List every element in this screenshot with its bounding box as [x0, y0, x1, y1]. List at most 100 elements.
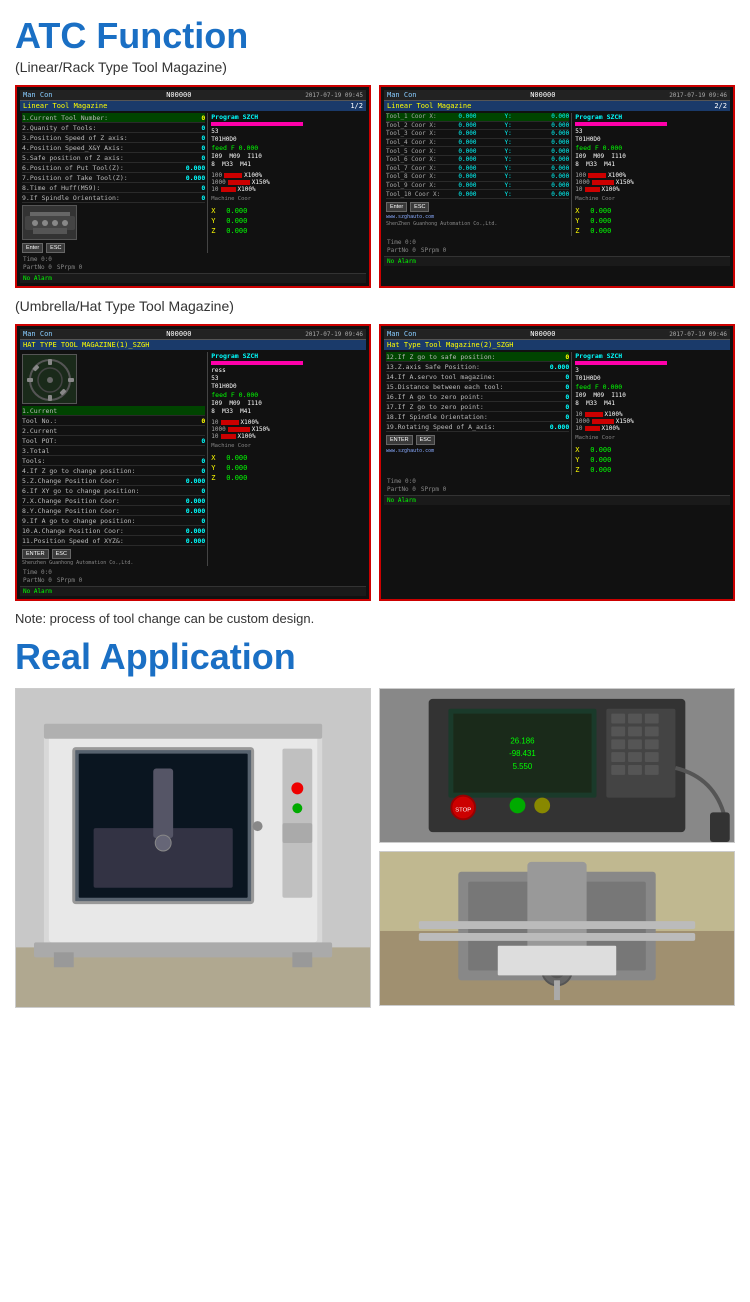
hat2-row-7: 19.Rotating Speed of A_axis: 0.000 [386, 422, 569, 432]
tool-row-2-7: Tool_7 Coor X: 0.000 Y: 0.000 [386, 165, 569, 174]
hat-row-3-13: 11.Position Speed of XYZ&: 0.000 [22, 536, 205, 546]
cnc-machine-photo [15, 688, 371, 1008]
hat-row-3-6: 4.If Z go to change position: 0 [22, 466, 205, 476]
mode-label-3: Man Con [23, 330, 53, 338]
company-3: Shenzhen Guanhong Automation Co.,Ltd. [22, 560, 205, 566]
speed-row-1a: 100X100% [211, 172, 364, 179]
speed-row-3b: 1000X150% [211, 426, 364, 433]
prog-line-4c: I09 M09 I110 [575, 391, 728, 399]
data-row-1-7: 8.Time of Huff(M59): 0 [22, 183, 205, 193]
enter-btn-4[interactable]: ENTER [386, 435, 413, 445]
hat2-row-3: 15.Distance between each tool: 0 [386, 382, 569, 392]
real-application-title: Real Application [15, 636, 735, 678]
hat-row-3-2: 2.Current [22, 426, 205, 436]
prog-line-1c: I09 M09 I110 [211, 152, 364, 160]
tool-row-2-10: Tool_10 Coor X: 0.000 Y: 0.000 [386, 190, 569, 199]
mode-label-2: Man Con [387, 91, 417, 99]
hat2-row-2: 14.If A.servo tool magazine: 0 [386, 372, 569, 382]
tool-row-2-3: Tool_3 Coor X: 0.000 Y: 0.000 [386, 130, 569, 139]
hat-row-3-9: 7.X.Change Position Coor: 0.000 [22, 496, 205, 506]
tab-bar-2: Linear Tool Magazine 2/2 [384, 101, 730, 111]
hat2-row-5: 17.If Z go to zero point: 0 [386, 402, 569, 412]
tab-label-1: Linear Tool Magazine [23, 102, 107, 110]
screen-left-3: 1.Current Tool No.: 0 2.Current Tool POT… [22, 352, 205, 566]
mode-label-1: Man Con [23, 91, 53, 99]
screen-linear-2: Man Con N00000 2017-07-19 09:46 Linear T… [379, 85, 735, 288]
tool-row-2-1: Tool_1 Coor X: 0.000 Y: 0.000 [386, 113, 569, 122]
esc-btn-3[interactable]: ESC [52, 549, 71, 559]
tab-label-3: HAT TYPE TOOL MAGAZINE(1)_SZGH [23, 341, 149, 349]
prog-line-3d: I09 M09 I110 [211, 399, 364, 407]
screen-hat-1: Man Con N00000 2017-07-19 09:46 HAT TYPE… [15, 324, 371, 601]
page-num-2: 2/2 [714, 102, 727, 110]
prog-line-3a: ress [211, 366, 364, 374]
prog-line-4b: T01H0D0 [575, 374, 728, 382]
page-title: ATC Function [15, 15, 735, 57]
hat2-row-0: 12.If Z go to safe position: 0 [386, 352, 569, 362]
data-row-1-4: 5.Safe position of Z axis: 0 [22, 153, 205, 163]
screens-grid-hat: Man Con N00000 2017-07-19 09:46 HAT TYPE… [15, 324, 735, 601]
right-photos-column: 26.186 -98.431 5.550 [379, 688, 735, 1008]
hat-row-3-3: Tool POT: 0 [22, 436, 205, 446]
enter-btn-2[interactable]: Enter [386, 202, 407, 212]
no-alarm-4: No Alarm [387, 497, 416, 504]
no-alarm-2: No Alarm [387, 258, 416, 265]
svg-text:5.550: 5.550 [513, 762, 533, 771]
enter-btn-3[interactable]: ENTER [22, 549, 49, 559]
svg-text:STOP: STOP [455, 807, 471, 813]
program-num-4: N00000 [530, 330, 555, 338]
hat-row-3-1: Tool No.: 0 [22, 416, 205, 426]
partno-row-2: PartNo 0 SPrpm 0 [384, 247, 730, 254]
screen-body-4: 12.If Z go to safe position: 0 13.Z.axis… [384, 350, 730, 477]
speed-row-2b: 1000X150% [575, 179, 728, 186]
tab-label-4: Hat Type Tool Magazine(2)_SZGH [387, 341, 513, 349]
prog-title-3: Program SZCH [211, 352, 364, 360]
prog-line-4a: 3 [575, 366, 728, 374]
prog-bar-2 [575, 122, 667, 126]
status-bar-4: No Alarm [384, 495, 730, 505]
photos-grid: 26.186 -98.431 5.550 [15, 688, 735, 1008]
screen-header-1: Man Con N00000 2017-07-19 09:45 [20, 90, 366, 101]
datetime-1: 2017-07-19 09:45 [305, 92, 363, 99]
status-bar-1: No Alarm [20, 273, 366, 283]
hat2-row-4: 16.If A go to zero point: 0 [386, 392, 569, 402]
esc-btn-1[interactable]: ESC [46, 243, 65, 253]
time-row-1: Time 0:0 [20, 255, 366, 264]
speed-row-1b: 1000X150% [211, 179, 364, 186]
screen-hat-2: Man Con N00000 2017-07-19 09:46 Hat Type… [379, 324, 735, 601]
prog-line-3e: 8 M33 M41 [211, 407, 364, 415]
screen-body-2: Tool_1 Coor X: 0.000 Y: 0.000 Tool_2 Coo… [384, 111, 730, 238]
data-row-1-1: 2.Quanity of Tools: 0 [22, 123, 205, 133]
hat-row-3-10: 8.Y.Change Position Coor: 0.000 [22, 506, 205, 516]
screen-right-3: Program SZCH ress 53 T01H0D0 feed F 0.00… [207, 352, 364, 566]
status-bar-3: No Alarm [20, 586, 366, 596]
esc-btn-2[interactable]: ESC [410, 202, 429, 212]
tab-bar-1: Linear Tool Magazine 1/2 [20, 101, 366, 111]
esc-btn-4[interactable]: ESC [416, 435, 435, 445]
enter-btn-1[interactable]: Enter [22, 243, 43, 253]
subtitle-hat: (Umbrella/Hat Type Tool Magazine) [15, 298, 735, 314]
tool-row-2-9: Tool_9 Coor X: 0.000 Y: 0.000 [386, 182, 569, 191]
screen-left-2: Tool_1 Coor X: 0.000 Y: 0.000 Tool_2 Coo… [386, 113, 569, 236]
screen-right-1: Program SZCH 53 T01H0D0 feed F 0.000 I09… [207, 113, 364, 253]
status-bar-2: No Alarm [384, 256, 730, 266]
prog-line-2b: T01H0D0 [575, 135, 728, 143]
tool-row-2-5: Tool_5 Coor X: 0.000 Y: 0.000 [386, 147, 569, 156]
datetime-4: 2017-07-19 09:46 [669, 331, 727, 338]
tool-row-2-4: Tool_4 Coor X: 0.000 Y: 0.000 [386, 139, 569, 148]
btn-row-2: Enter ESC [386, 202, 569, 212]
mode-label-4: Man Con [387, 330, 417, 338]
screen-right-2: Program SZCH 53 T01H0D0 feed F 0.000 I09… [571, 113, 728, 236]
coor-display-1: X0.000 Y0.000 Z0.000 [211, 206, 364, 236]
datetime-3: 2017-07-19 09:46 [305, 331, 363, 338]
cnc-detail-photo [379, 851, 735, 1006]
screen-body-3: 1.Current Tool No.: 0 2.Current Tool POT… [20, 350, 366, 568]
prog-line-1b: T01H0D0 [211, 135, 364, 143]
no-alarm-3: No Alarm [23, 588, 52, 595]
hat-row-3-12: 10.A.Change Position Coor: 0.000 [22, 526, 205, 536]
screen-left-4: 12.If Z go to safe position: 0 13.Z.axis… [386, 352, 569, 475]
prog-bar-4 [575, 361, 667, 365]
time-row-2: Time 0:0 [384, 238, 730, 247]
datetime-2: 2017-07-19 09:46 [669, 92, 727, 99]
no-alarm-1: No Alarm [23, 275, 52, 282]
